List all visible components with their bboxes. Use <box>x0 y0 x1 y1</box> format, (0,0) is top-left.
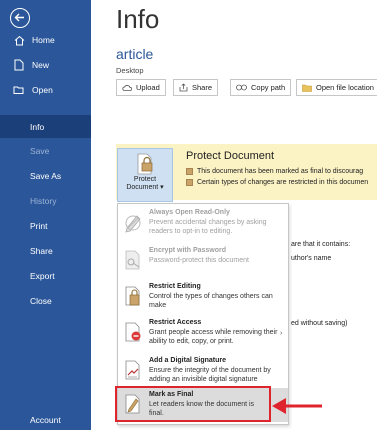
folder-icon <box>302 84 312 92</box>
protect-button-line2: Document <box>126 184 159 191</box>
dropdown-caret-icon: ▾ <box>160 184 164 191</box>
link-icon <box>236 84 247 91</box>
restricted-icon <box>186 179 193 186</box>
menu-item-description: Control the types of changes others can … <box>149 293 273 309</box>
sidebar-item-info[interactable]: Info <box>0 115 91 138</box>
share-icon <box>179 83 188 92</box>
upload-icon <box>122 83 132 92</box>
sidebar-item-label: Home <box>32 35 55 45</box>
sidebar-item-home[interactable]: Home <box>0 29 91 51</box>
sidebar-item-label: Info <box>30 121 45 132</box>
key-lock-icon <box>123 249 143 271</box>
author-text-fragment: uthor's name <box>291 255 332 262</box>
protect-status-restricted: Certain types of changes are restricted … <box>186 179 368 186</box>
menu-item-title: Restrict Access <box>149 319 202 326</box>
sidebar-item-share[interactable]: Share <box>0 240 91 262</box>
protect-status-restricted-text: Certain types of changes are restricted … <box>197 179 369 186</box>
protect-document-title: Protect Document <box>186 150 275 162</box>
lock-document-icon <box>135 153 155 175</box>
submenu-arrow-icon: › <box>280 330 283 337</box>
sidebar-item-label: Export <box>30 271 55 281</box>
protect-button-line1: Protect <box>133 176 157 183</box>
sidebar-item-label: Print <box>30 221 48 231</box>
menu-item-title: Encrypt with Password <box>149 247 227 254</box>
sidebar-item-label: New <box>32 60 50 70</box>
versions-text-fragment: ed without saving) <box>291 320 348 327</box>
share-label: Share <box>192 83 213 92</box>
backstage-sidebar: Home New Open Info Save Save As History … <box>0 0 91 430</box>
new-document-icon <box>12 59 26 71</box>
sidebar-item-history[interactable]: History <box>0 190 91 212</box>
pencil-disabled-icon <box>123 211 143 233</box>
sidebar-item-save[interactable]: Save <box>0 140 91 162</box>
restrict-editing-icon <box>123 285 143 307</box>
menu-item-title: Always Open Read-Only <box>149 209 230 216</box>
back-arrow-icon[interactable] <box>10 8 30 28</box>
sidebar-item-account[interactable]: Account <box>0 409 91 430</box>
folder-open-icon <box>12 85 26 95</box>
menu-item-description: Password-protect this document <box>149 257 249 264</box>
menu-item-always-open-read-only[interactable]: Always Open Read-Only Prevent accidental… <box>118 206 288 244</box>
sidebar-item-close[interactable]: Close <box>0 290 91 312</box>
protect-status-final-text: This document has been marked as final t… <box>197 168 364 175</box>
sidebar-item-open[interactable]: Open <box>0 79 91 101</box>
sidebar-item-label: Save As <box>30 171 62 181</box>
sidebar-item-label: Share <box>30 246 53 256</box>
sidebar-item-label: Close <box>30 296 52 306</box>
red-arrow-icon <box>272 398 322 414</box>
copy-path-button[interactable]: Copy path <box>230 79 292 96</box>
restrict-access-icon <box>123 321 143 343</box>
sidebar-item-label: History <box>30 196 57 206</box>
highlight-box <box>115 386 271 422</box>
word-backstage: Home New Open Info Save Save As History … <box>0 0 377 430</box>
home-icon <box>12 35 26 46</box>
marked-final-icon <box>186 168 193 175</box>
menu-item-encrypt-with-password[interactable]: Encrypt with Password Password-protect t… <box>118 244 288 282</box>
menu-item-title: Restrict Editing <box>149 283 201 290</box>
page-title: Info <box>116 4 160 34</box>
digital-signature-icon <box>123 359 143 381</box>
menu-item-description: Grant people access while removing their… <box>149 329 278 345</box>
menu-item-description: Ensure the integrity of the document by … <box>149 367 271 383</box>
menu-item-restrict-editing[interactable]: Restrict Editing Control the types of ch… <box>118 280 288 318</box>
sidebar-item-save-as[interactable]: Save As <box>0 165 91 187</box>
protect-document-button[interactable]: Protect Document ▾ <box>117 148 173 202</box>
copy-path-label: Copy path <box>251 83 286 92</box>
inspect-text-fragment: are that it contains: <box>291 241 351 248</box>
upload-label: Upload <box>136 83 160 92</box>
sidebar-item-label: Account <box>30 415 61 425</box>
menu-item-restrict-access[interactable]: Restrict Access Grant people access whil… <box>118 316 288 356</box>
share-button[interactable]: Share <box>173 79 219 96</box>
menu-item-description: Prevent accidental changes by asking rea… <box>149 219 267 235</box>
document-location: Desktop <box>116 66 144 75</box>
open-file-location-label: Open file location <box>316 83 374 92</box>
menu-item-title: Add a Digital Signature <box>149 357 227 364</box>
sidebar-item-new[interactable]: New <box>0 54 91 76</box>
sidebar-item-label: Open <box>32 85 53 95</box>
document-name: article <box>116 46 154 62</box>
protect-status-final: This document has been marked as final t… <box>186 168 363 175</box>
sidebar-item-label: Save <box>30 146 50 156</box>
open-file-location-button[interactable]: Open file location <box>296 79 377 96</box>
sidebar-item-print[interactable]: Print <box>0 215 91 237</box>
upload-button[interactable]: Upload <box>116 79 166 96</box>
sidebar-item-export[interactable]: Export <box>0 265 91 287</box>
